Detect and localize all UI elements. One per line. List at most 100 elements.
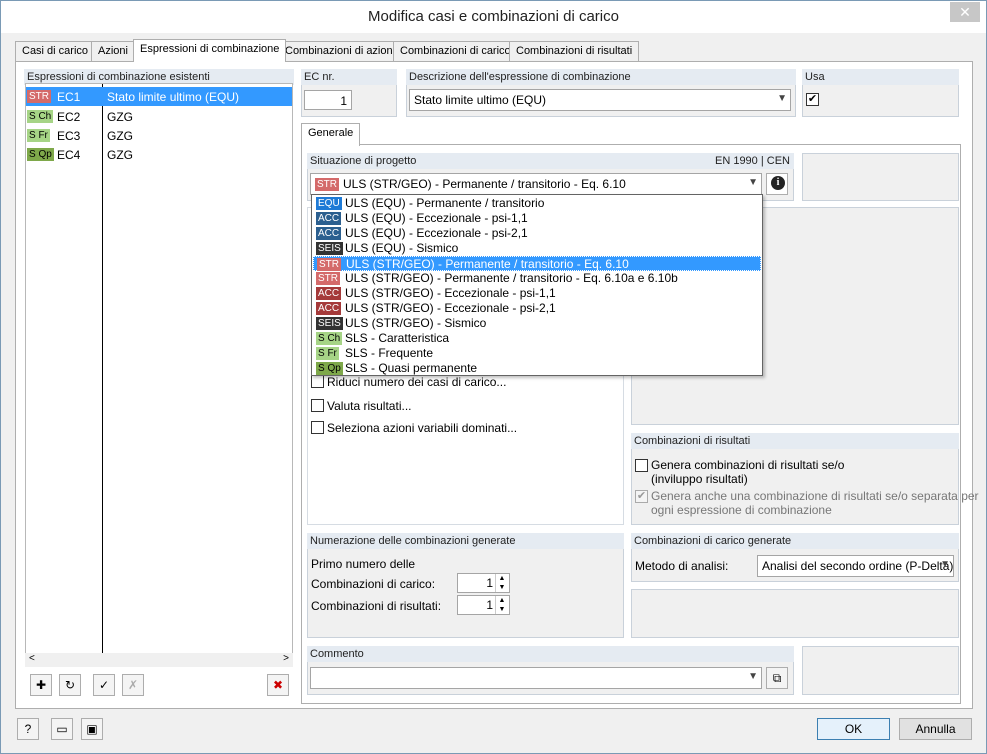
tab-generale[interactable]: Generale [301,123,361,146]
comment-header: Commento [307,646,794,662]
chevron-down-icon[interactable]: ▼ [940,559,950,570]
open-button[interactable]: ▭ [51,718,73,740]
window-title: Modifica casi e combinazioni di carico [368,8,619,25]
dropdown-option[interactable]: ACC ULS (STR/GEO) - Eccezionale - psi-1,1 [313,286,761,301]
str-badge: STR [317,258,341,271]
acc-badge: ACC [316,302,342,315]
option-label: SLS - Caratteristica [345,331,450,345]
copy-icon: ⧉ [772,671,782,685]
option-label: ULS (EQU) - Eccezionale - psi-1,1 [345,211,528,225]
tab-combinazioni-di-azioni[interactable]: Combinazioni di azioni [278,41,403,61]
list-item[interactable]: STR EC1 Stato limite ultimo (EQU) [26,87,292,106]
tab-combinazioni-di-risultati[interactable]: Combinazioni di risultati [509,41,640,61]
uncheck-all-button[interactable]: ✗ [122,674,144,696]
norm-label: EN 1990 | CEN [714,155,790,167]
chevron-down-icon[interactable]: ▼ [495,583,508,592]
delete-button[interactable]: ✖ [267,674,289,696]
ok-button[interactable]: OK [817,718,890,740]
side-box-2 [631,589,959,638]
ec-number-field[interactable]: 1 [304,90,352,110]
seis-badge: SEIS [316,317,343,330]
checklist-icon: ✓ [98,678,110,692]
chevron-down-icon[interactable]: ▼ [495,605,508,614]
dropdown-option[interactable]: S Fr SLS - Frequente [313,346,761,361]
save-button[interactable]: ▣ [81,718,103,740]
close-icon[interactable]: ✕ [950,2,980,22]
option-label: ULS (STR/GEO) - Permanente / transitorio… [345,271,678,285]
chevron-up-icon[interactable]: ▲ [495,596,508,605]
cb-icon: ↻ [64,678,76,692]
dropdown-option[interactable]: ACC ULS (EQU) - Eccezionale - psi-2,1 [313,226,761,241]
sls-ch-badge: S Ch [316,332,343,345]
description-combobox[interactable]: Stato limite ultimo (EQU) ▼ [409,89,791,111]
list-item[interactable]: S Fr EC3 GZG [26,126,292,145]
seis-badge: SEIS [316,242,343,255]
dropdown-option[interactable]: SEIS ULS (STR/GEO) - Sismico [313,316,761,331]
chevron-up-icon[interactable]: ▲ [495,574,508,583]
comment-field[interactable]: ▼ [310,667,762,689]
dropdown-option[interactable]: ACC ULS (STR/GEO) - Eccezionale - psi-2,1 [313,301,761,316]
uncheck-icon: ✗ [127,678,139,692]
tab-combinazioni-di-carico[interactable]: Combinazioni di carico [393,41,518,61]
tab-casi-di-carico[interactable]: Casi di carico [15,41,96,61]
dropdown-option[interactable]: S Ch SLS - Caratteristica [313,331,761,346]
list-item[interactable]: S Ch EC2 GZG [26,107,292,126]
list-scrollbar[interactable]: < > [25,653,293,667]
design-situation-title: Situazione di progetto [310,155,417,167]
tab-espressioni-di-combinazione[interactable]: Espressioni di combinazione [133,39,287,62]
scroll-right-icon[interactable]: > [283,653,289,664]
save-icon: ▣ [86,722,98,736]
design-situation-dropdown[interactable]: EQU ULS (EQU) - Permanente / transitorio … [311,194,763,376]
acc-badge: ACC [316,287,342,300]
genera-separata-checkbox[interactable]: ✔ [635,490,648,503]
dropdown-option[interactable]: SEIS ULS (EQU) - Sismico [313,241,761,256]
design-situation-header: Situazione di progetto EN 1990 | CEN [307,153,794,169]
acc-badge: ACC [316,212,342,225]
metodo-label: Metodo di analisi: [635,559,729,573]
usa-checkbox[interactable]: ✔ [806,93,819,106]
help-button[interactable]: ? [17,718,39,740]
design-situation-combobox[interactable]: STR ULS (STR/GEO) - Permanente / transit… [310,173,762,195]
genera-label-2: (inviluppo risultati) [651,472,748,486]
copy-expression-button[interactable]: ↻ [59,674,81,696]
folder-icon: ▭ [56,722,68,736]
design-situation-value: ULS (STR/GEO) - Permanente / transitorio… [343,177,626,191]
str-badge: STR [27,90,51,103]
metodo-select[interactable]: Analisi del secondo ordine (P-Delta) ▼ [757,555,954,577]
list-item[interactable]: S Qp EC4 GZG [26,145,292,164]
cancel-button[interactable]: Annulla [899,718,972,740]
side-box-3 [802,646,959,695]
metodo-value: Analisi del secondo ordine (P-Delta) [762,559,954,573]
column-divider [102,84,103,654]
chevron-down-icon[interactable]: ▼ [748,671,758,682]
sls-qp-badge: S Qp [27,148,54,161]
info-button[interactable]: i [766,173,788,195]
dropdown-option[interactable]: STR ULS (STR/GEO) - Permanente / transito… [313,271,761,286]
new-expression-button[interactable]: ✚ [30,674,52,696]
chevron-down-icon[interactable]: ▼ [748,177,758,188]
sls-fr-badge: S Fr [27,129,50,142]
genera-separata-label: Genera anche una combinazione di risulta… [651,489,979,503]
genera-checkbox[interactable] [635,459,648,472]
dropdown-option-highlighted[interactable]: STR ULS (STR/GEO) - Permanente / transito… [313,256,761,271]
combo-risultati-stepper[interactable]: 1 ▲ ▼ [457,595,510,615]
dialog-window: Modifica casi e combinazioni di carico ✕… [0,0,987,754]
acc-badge: ACC [316,227,342,240]
option-label: ULS (STR/GEO) - Eccezionale - psi-1,1 [345,286,556,300]
comment-copy-button[interactable]: ⧉ [766,667,788,689]
option-label: ULS (EQU) - Eccezionale - psi-2,1 [345,226,528,240]
dropdown-option[interactable]: EQU ULS (EQU) - Permanente / transitorio [313,196,761,211]
option-label: SLS - Quasi permanente [345,361,478,375]
tab-azioni[interactable]: Azioni [91,41,135,61]
genera-separata-label-2: ogni espressione di combinazione [651,503,832,517]
check-all-button[interactable]: ✓ [93,674,115,696]
dropdown-option[interactable]: S Qp SLS - Quasi permanente [313,361,761,376]
scroll-left-icon[interactable]: < [29,653,35,664]
option-label: ULS (EQU) - Permanente / transitorio [345,196,545,210]
chevron-down-icon[interactable]: ▼ [777,93,787,104]
dropdown-option[interactable]: ACC ULS (EQU) - Eccezionale - psi-1,1 [313,211,761,226]
delete-icon: ✖ [272,678,284,692]
primo-numero-label: Primo numero delle [311,557,416,571]
sls-qp-badge: S Qp [316,362,343,375]
combo-carico-stepper[interactable]: 1 ▲ ▼ [457,573,510,593]
